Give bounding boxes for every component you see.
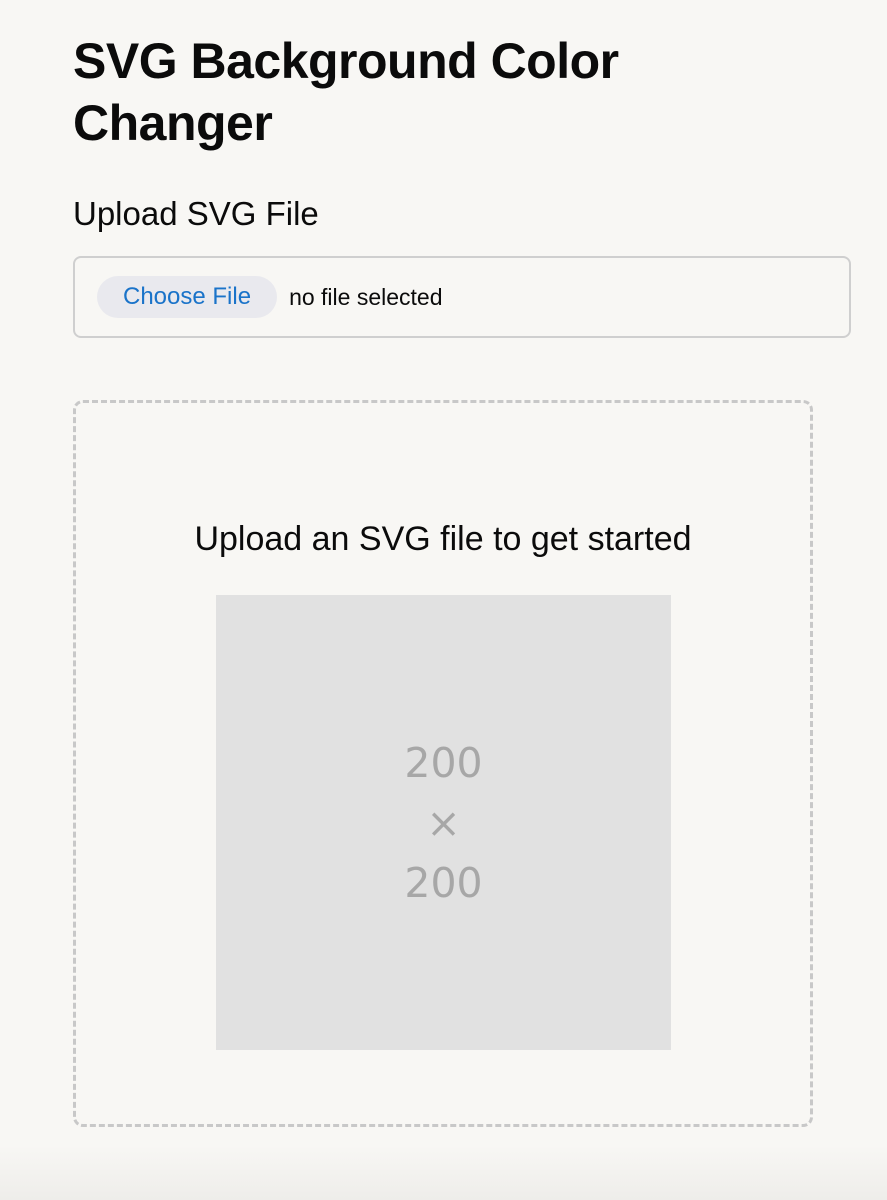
svg-preview-drop-zone: Upload an SVG file to get started 200 × … bbox=[73, 400, 813, 1127]
placeholder-width-text: 200 bbox=[404, 738, 483, 787]
page-title: SVG Background Color Changer bbox=[73, 33, 619, 151]
upload-svg-label: Upload SVG File bbox=[73, 195, 319, 232]
upload-prompt-text: Upload an SVG file to get started bbox=[194, 520, 692, 558]
choose-file-button[interactable]: Choose File bbox=[97, 276, 278, 318]
placeholder-separator-text: × bbox=[426, 798, 461, 847]
bottom-edge-fade bbox=[0, 1145, 887, 1200]
placeholder-height-text: 200 bbox=[404, 858, 483, 907]
svg-file-input[interactable]: Choose File no file selected bbox=[73, 256, 851, 338]
image-placeholder: 200 × 200 bbox=[216, 595, 671, 1050]
file-selection-status: no file selected bbox=[289, 284, 443, 310]
main-content: SVG Background Color Changer Upload SVG … bbox=[73, 30, 855, 1127]
